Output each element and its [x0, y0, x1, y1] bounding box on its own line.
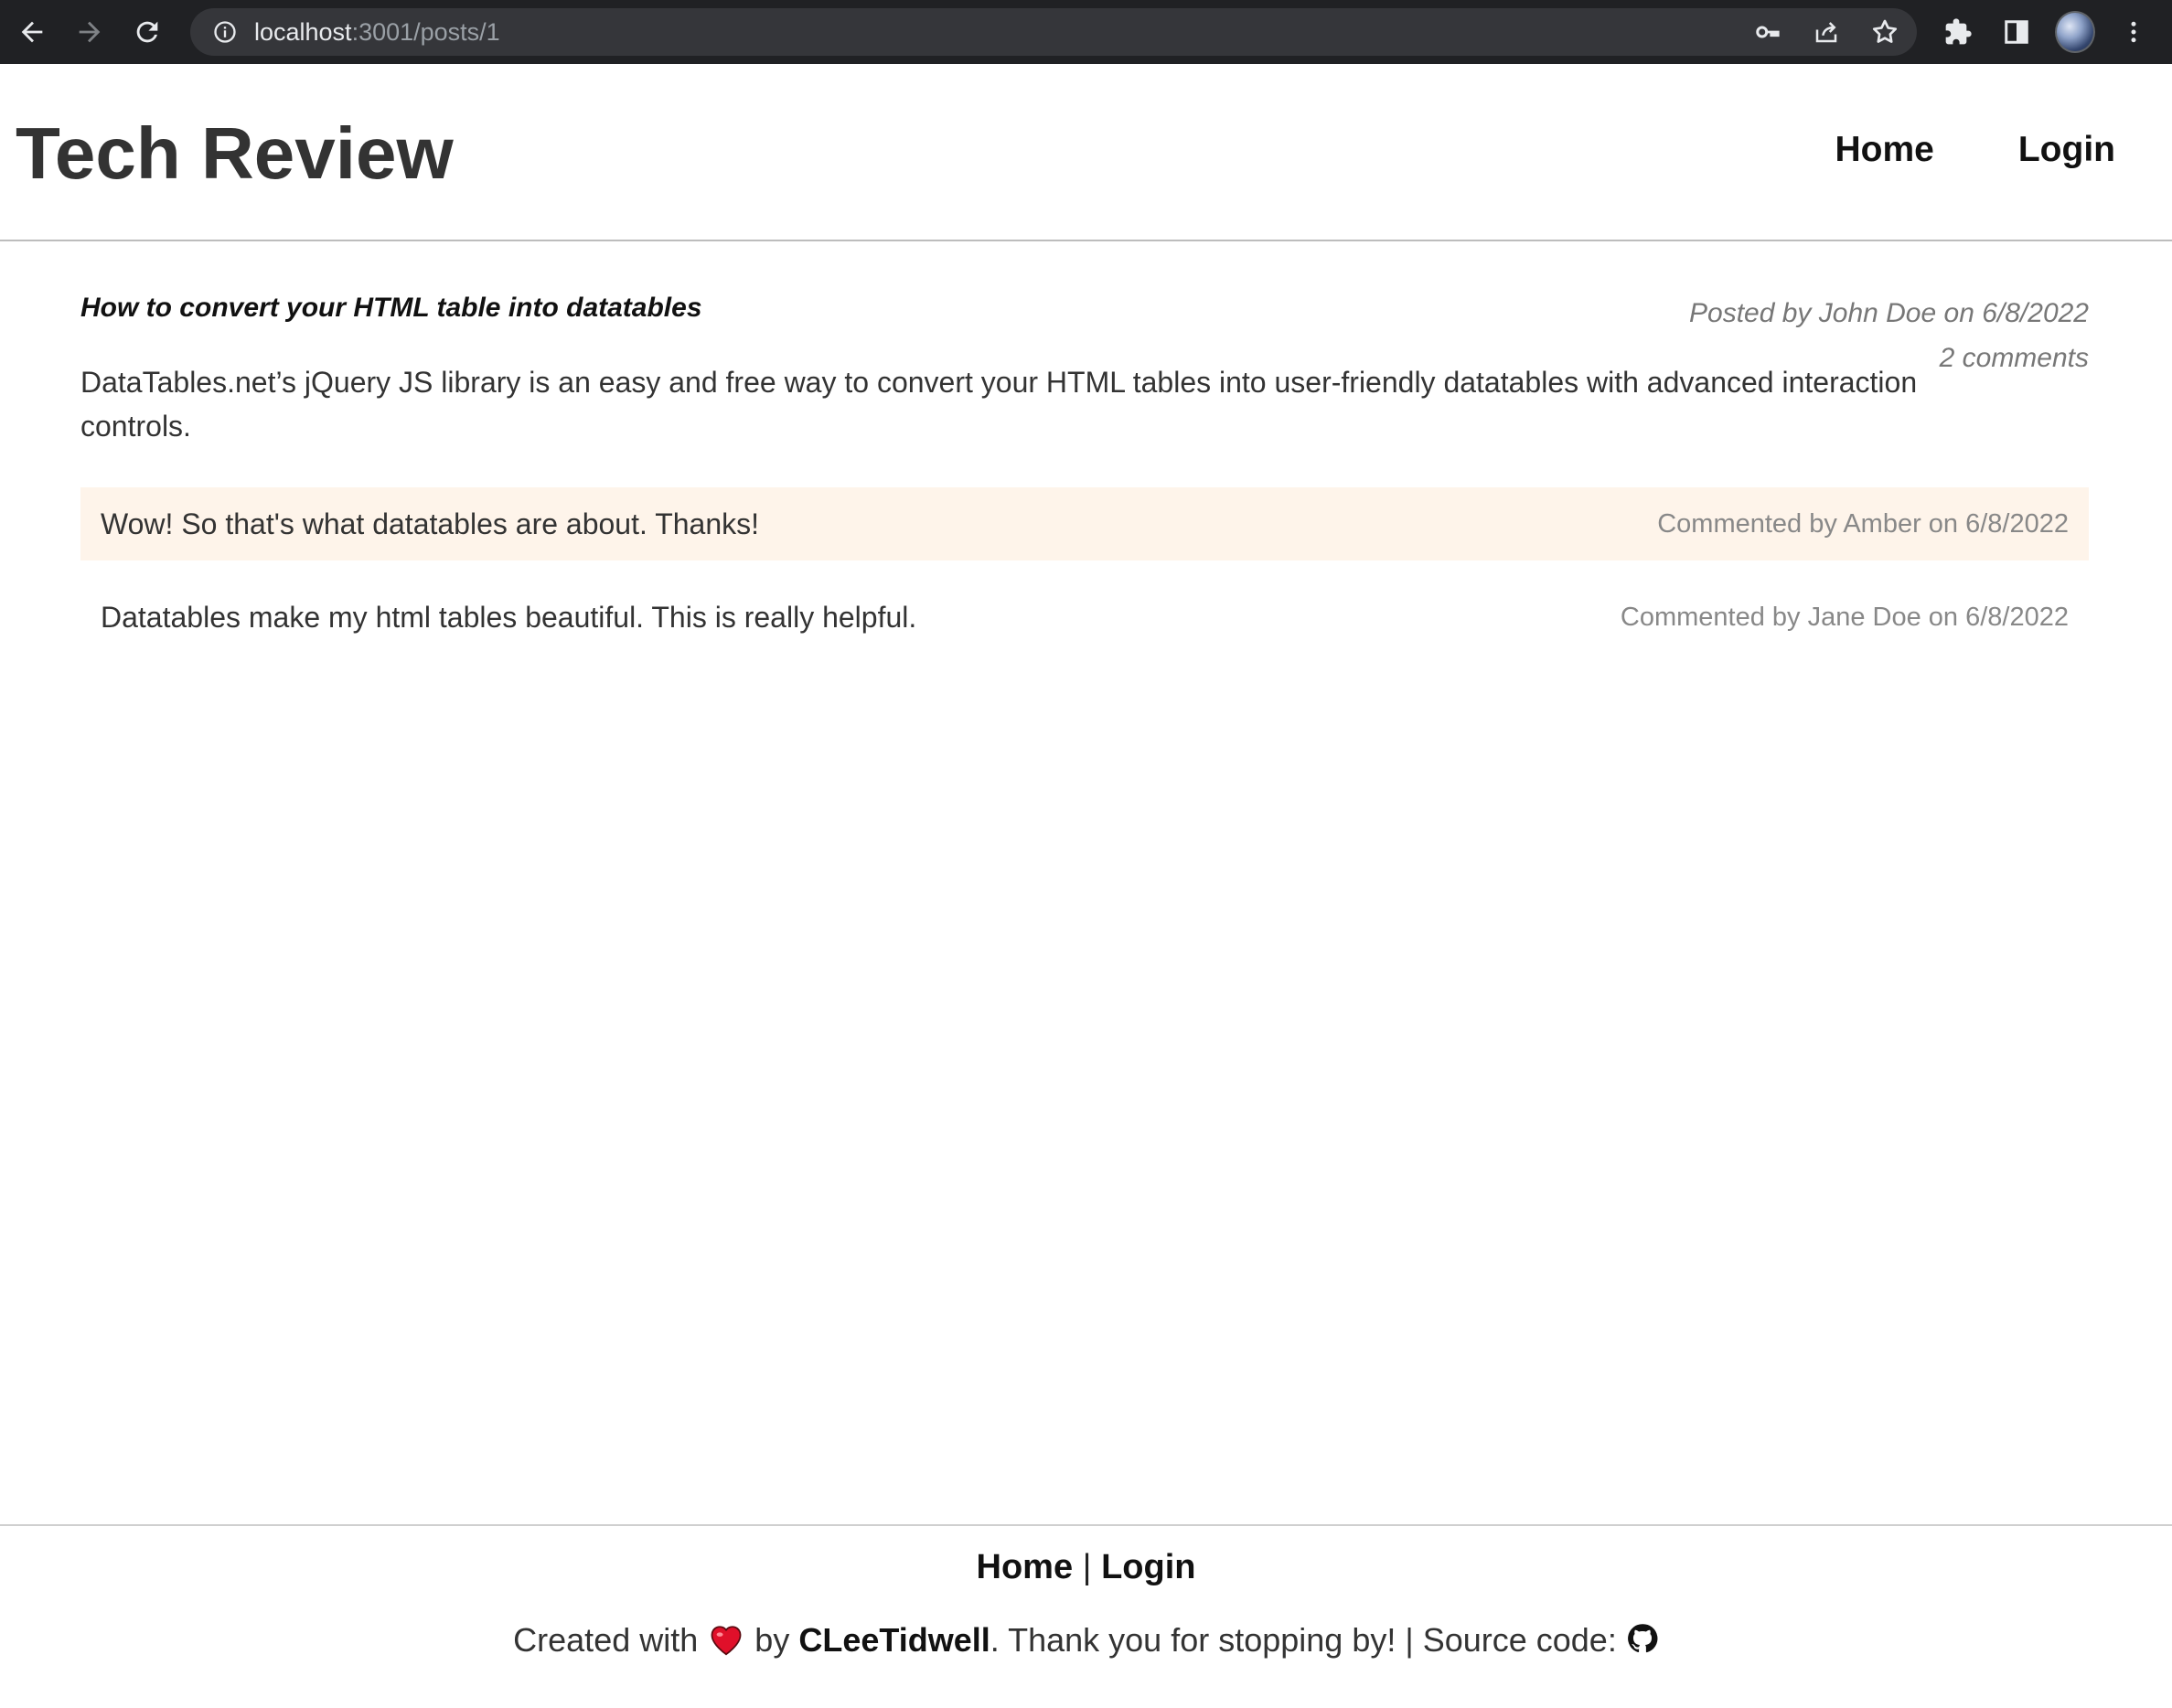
site-footer: Home | Login Created with by CLeeTidwell… [0, 1524, 2172, 1708]
footer-home-link[interactable]: Home [977, 1548, 1074, 1586]
github-icon[interactable] [1626, 1622, 1659, 1663]
browser-toolbar: localhost:3001/posts/1 [0, 0, 2172, 64]
reload-icon[interactable] [127, 12, 167, 52]
comment-item: Wow! So that's what datatables are about… [80, 487, 2089, 560]
nav-login-link[interactable]: Login [2018, 130, 2115, 170]
share-icon[interactable] [1811, 16, 1842, 48]
footer-credits: Created with by CLeeTidwell. Thank you f… [0, 1621, 2172, 1664]
heart-icon [707, 1621, 745, 1664]
comment-text: Datatables make my html tables beautiful… [101, 600, 917, 634]
address-bar[interactable]: localhost:3001/posts/1 [190, 8, 1917, 56]
site-title[interactable]: Tech Review [16, 112, 454, 196]
back-arrow-icon[interactable] [12, 12, 52, 52]
created-with-text: Created with [513, 1621, 699, 1660]
author-link[interactable]: CLeeTidwell [798, 1621, 990, 1659]
side-panel-icon[interactable] [1996, 12, 2037, 52]
by-text: by [754, 1621, 790, 1660]
footer-separator: | [1082, 1548, 1092, 1586]
extensions-puzzle-icon[interactable] [1938, 12, 1978, 52]
comment-author-date: Commented by Jane Doe on 6/8/2022 [1620, 602, 2069, 632]
site-header: Tech Review Home Login [0, 64, 2172, 241]
post-body: DataTables.net’s jQuery JS library is an… [80, 366, 1918, 443]
key-icon[interactable] [1752, 16, 1783, 48]
top-nav: Home Login [1835, 130, 2116, 170]
site-info-icon[interactable] [210, 17, 240, 47]
url-path: :3001/posts/1 [351, 17, 500, 46]
url-text: localhost:3001/posts/1 [254, 18, 500, 47]
comment-author-date: Commented by Amber on 6/8/2022 [1657, 508, 2069, 539]
post-author-date: Posted by John Doe on 6/8/2022 [1689, 298, 2089, 328]
footer-nav: Home | Login [0, 1548, 2172, 1587]
footer-login-link[interactable]: Login [1101, 1548, 1195, 1586]
profile-avatar[interactable] [2055, 11, 2095, 53]
comment-text: Wow! So that's what datatables are about… [101, 507, 760, 540]
bookmark-star-icon[interactable] [1869, 16, 1900, 48]
thanks-text: . Thank you for stopping by! | Source co… [990, 1621, 1617, 1660]
post-title: How to convert your HTML table into data… [80, 293, 702, 323]
menu-kebab-icon[interactable] [2113, 12, 2154, 52]
url-host: localhost [254, 17, 352, 46]
forward-arrow-icon[interactable] [70, 12, 110, 52]
comment-item: Datatables make my html tables beautiful… [80, 581, 2089, 654]
nav-home-link[interactable]: Home [1835, 130, 1934, 170]
